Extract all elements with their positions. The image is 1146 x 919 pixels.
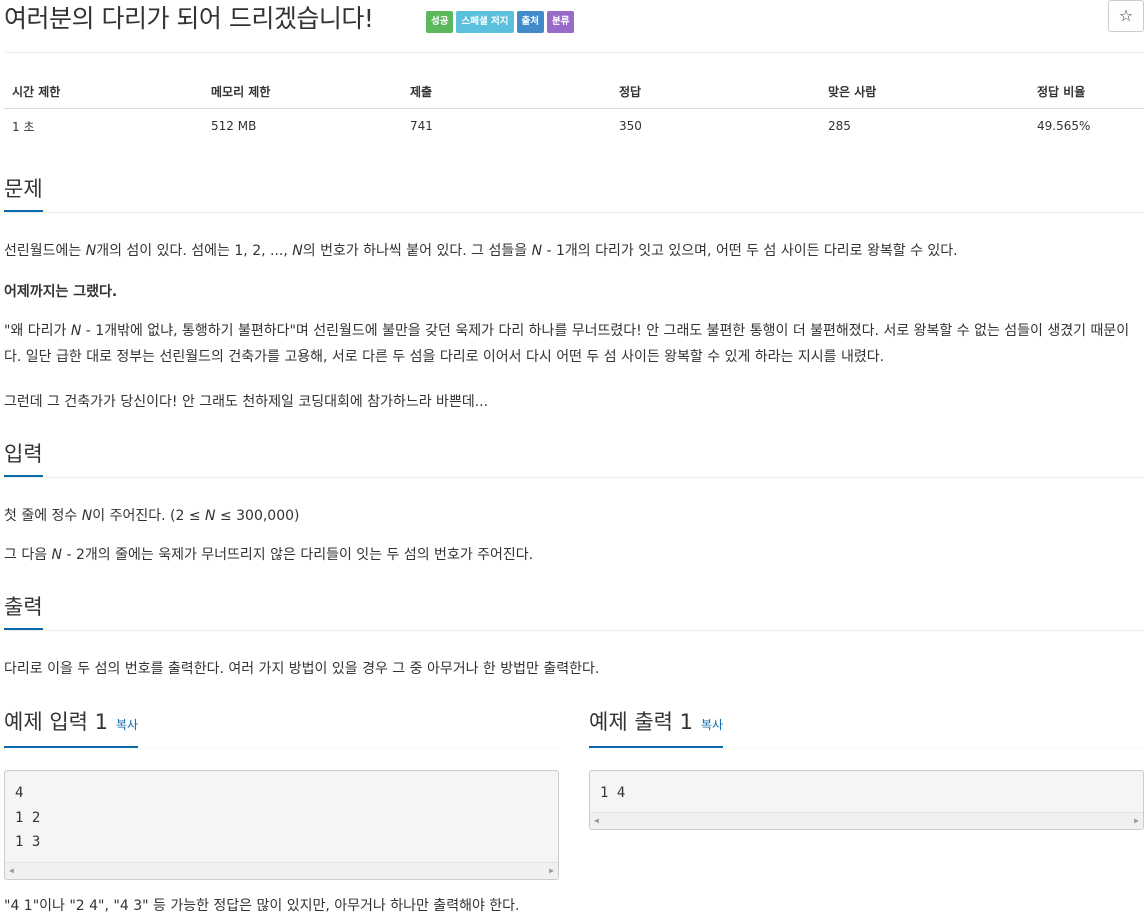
status-badge-success[interactable]: 성공 bbox=[426, 11, 454, 33]
problem-paragraph-1: 선린월드에는 N개의 섬이 있다. 섬에는 1, 2, ..., N의 번호가 … bbox=[4, 243, 958, 259]
scroll-right-icon[interactable]: ▶ bbox=[1134, 813, 1139, 829]
problem-paragraph-4: 그런데 그 건축가가 당신이다! 안 그래도 천하제일 코딩대회에 참가하느라 … bbox=[4, 394, 489, 410]
output-paragraph-1: 다리로 이을 두 섬의 번호를 출력한다. 여러 가지 방법이 있을 경우 그 … bbox=[4, 661, 600, 677]
copy-sample-input-link[interactable]: 복사 bbox=[116, 718, 138, 732]
sample-input-heading: 예제 입력 1 복사 bbox=[4, 707, 139, 748]
stats-time-limit: 1 초 bbox=[12, 119, 35, 134]
output-heading: 출력 bbox=[4, 592, 43, 630]
problem-paragraph-3: "왜 다리가 N - 1개밖에 없냐, 통행하기 불편하다"며 선린월드에 불만… bbox=[4, 323, 1130, 365]
stats-table: 시간 제한 메모리 제한 제출 정답 맞은 사람 정답 비율 1 초 512 M… bbox=[4, 75, 1144, 143]
copy-sample-output-link[interactable]: 복사 bbox=[701, 718, 723, 732]
input-paragraph-2: 그 다음 N - 2개의 줄에는 욱제가 무너뜨리지 않은 다리들이 잇는 두 … bbox=[4, 547, 534, 563]
star-outline-icon: ☆ bbox=[1118, 6, 1134, 25]
sample-input-text: 4 1 2 1 3 bbox=[15, 785, 41, 850]
sample-output-scrollbar[interactable]: ◀ ▶ bbox=[590, 812, 1143, 829]
stats-header-ratio: 정답 비율 bbox=[1029, 75, 1144, 109]
input-paragraph-1: 첫 줄에 정수 N이 주어진다. (2 ≤ N ≤ 300,000) bbox=[4, 508, 300, 524]
problem-section-header: 문제 bbox=[4, 174, 1144, 213]
special-judge-badge[interactable]: 스페셜 저지 bbox=[456, 11, 514, 33]
sample-output-header: 예제 출력 1 복사 bbox=[589, 707, 1144, 749]
sample-output-box[interactable]: 1 4 ◀ ▶ bbox=[589, 770, 1144, 830]
stats-header-time-limit: 시간 제한 bbox=[4, 75, 203, 109]
problem-heading: 문제 bbox=[4, 174, 43, 212]
stats-ratio: 49.565% bbox=[1037, 119, 1091, 133]
stats-value-row: 1 초 512 MB 741 350 285 49.565% bbox=[4, 109, 1144, 144]
problem-page: 여러분의 다리가 되어 드리겠습니다! 성공 스페셜 저지 출처 분류 ☆ 시간… bbox=[4, 0, 1144, 914]
scroll-right-icon[interactable]: ▶ bbox=[549, 863, 554, 879]
output-section-header: 출력 bbox=[4, 592, 1144, 631]
stats-header-memory-limit: 메모리 제한 bbox=[203, 75, 402, 109]
stats-submissions: 741 bbox=[410, 119, 433, 133]
sample-note: "4 1"이나 "2 4", "4 3" 등 가능한 정답은 많이 있지만, 아… bbox=[4, 898, 520, 914]
badge-group: 성공 스페셜 저지 출처 분류 bbox=[426, 11, 575, 33]
title-row: 여러분의 다리가 되어 드리겠습니다! 성공 스페셜 저지 출처 분류 ☆ bbox=[4, 0, 1144, 53]
page-title: 여러분의 다리가 되어 드리겠습니다! bbox=[4, 4, 374, 33]
scroll-left-icon[interactable]: ◀ bbox=[594, 813, 599, 829]
sample-input-scrollbar[interactable]: ◀ ▶ bbox=[5, 862, 558, 879]
stats-header-solvers: 맞은 사람 bbox=[820, 75, 1029, 109]
problem-paragraph-2: 어제까지는 그랬다. bbox=[4, 284, 118, 300]
scroll-left-icon[interactable]: ◀ bbox=[9, 863, 14, 879]
stats-header-row: 시간 제한 메모리 제한 제출 정답 맞은 사람 정답 비율 bbox=[4, 75, 1144, 109]
sample-input-header: 예제 입력 1 복사 bbox=[4, 707, 559, 749]
input-heading: 입력 bbox=[4, 439, 43, 477]
stats-solvers: 285 bbox=[828, 119, 851, 133]
sample-output-text: 1 4 bbox=[600, 785, 626, 801]
stats-header-submissions: 제출 bbox=[402, 75, 611, 109]
stats-header-accepted: 정답 bbox=[611, 75, 820, 109]
stats-memory-limit: 512 MB bbox=[211, 119, 257, 133]
favorite-button[interactable]: ☆ bbox=[1108, 0, 1144, 32]
input-section-header: 입력 bbox=[4, 439, 1144, 478]
source-badge[interactable]: 출처 bbox=[516, 11, 544, 33]
sample-output-heading: 예제 출력 1 복사 bbox=[589, 707, 724, 748]
sample-input-box[interactable]: 4 1 2 1 3 ◀ ▶ bbox=[4, 770, 559, 880]
stats-accepted: 350 bbox=[619, 119, 642, 133]
category-badge[interactable]: 분류 bbox=[546, 11, 575, 33]
